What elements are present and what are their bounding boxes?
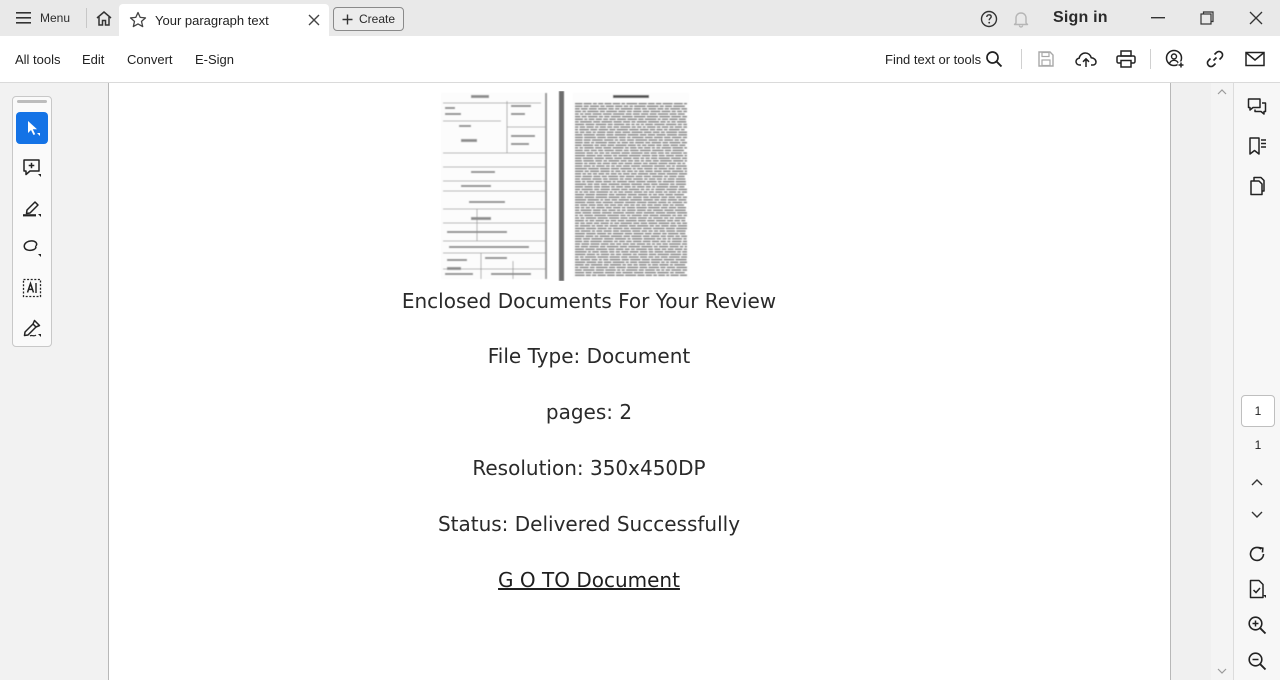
link-icon[interactable] (1204, 48, 1226, 70)
highlight-pen-icon (22, 198, 42, 218)
zoom-out-icon[interactable] (1246, 650, 1268, 672)
mail-icon[interactable] (1244, 48, 1266, 70)
minimize-button[interactable] (1135, 0, 1181, 36)
page-extract-icon[interactable] (1246, 578, 1268, 600)
hamburger-icon (16, 11, 32, 25)
go-to-document-link[interactable]: G O TO Document (498, 568, 680, 592)
resolution-text: Resolution: 350x450DP (472, 456, 706, 480)
tab-title: Your paragraph text (155, 12, 269, 28)
draw-lasso-icon (22, 238, 42, 258)
current-page-input[interactable]: 1 (1241, 395, 1275, 427)
upload-cloud-icon[interactable] (1075, 48, 1097, 70)
nav-convert[interactable]: Convert (127, 52, 173, 67)
comments-icon[interactable] (1246, 96, 1268, 118)
scroll-up-icon[interactable] (1246, 471, 1268, 493)
draw-tool[interactable] (16, 232, 48, 264)
minimize-icon (1151, 17, 1165, 19)
scroll-down-icon[interactable] (1246, 504, 1268, 526)
select-cursor-icon (22, 118, 42, 138)
help-icon[interactable] (980, 10, 998, 28)
text-tool[interactable] (16, 272, 48, 304)
menu-button[interactable]: Menu (0, 0, 86, 36)
pages-icon[interactable] (1246, 175, 1268, 197)
scrollbar-down-arrow-icon[interactable] (1217, 668, 1227, 675)
close-tab-icon[interactable] (299, 4, 329, 36)
total-pages: 1 (1254, 438, 1262, 452)
right-side-panel: 1 1 (1233, 83, 1280, 680)
toolbar-divider (1150, 49, 1151, 69)
save-icon[interactable] (1035, 48, 1057, 70)
menu-label: Menu (40, 11, 71, 25)
bell-icon[interactable] (1012, 10, 1030, 28)
nav-all-tools[interactable]: All tools (15, 52, 61, 67)
create-label: Create (358, 12, 396, 26)
share-user-icon[interactable] (1164, 48, 1186, 70)
restore-icon (1200, 11, 1214, 25)
left-tool-rail (0, 83, 108, 680)
document-heading: Enclosed Documents For Your Review (401, 289, 777, 313)
toolbar-divider (1021, 49, 1022, 69)
print-icon[interactable] (1115, 48, 1137, 70)
document-scrollbar[interactable] (1211, 83, 1233, 680)
nav-esign[interactable]: E-Sign (195, 52, 234, 67)
restore-button[interactable] (1184, 0, 1230, 36)
create-button[interactable]: Create (333, 7, 404, 31)
nav-edit[interactable]: Edit (82, 52, 104, 67)
sign-tool[interactable] (16, 312, 48, 344)
add-comment-tool[interactable] (16, 152, 48, 184)
find-text-or-tools[interactable]: Find text or tools (885, 52, 981, 67)
select-tool[interactable] (16, 112, 48, 144)
zoom-in-icon[interactable] (1246, 614, 1268, 636)
text-select-icon (22, 278, 42, 298)
close-window-icon (1249, 11, 1263, 25)
file-type-text: File Type: Document (487, 344, 691, 368)
bookmarks-icon[interactable] (1246, 135, 1268, 157)
rotate-icon[interactable] (1246, 543, 1268, 565)
sign-pen-icon (22, 318, 42, 338)
home-icon (95, 10, 113, 27)
plus-icon (342, 14, 353, 25)
toolbox-drag-handle[interactable] (17, 100, 47, 103)
highlight-tool[interactable] (16, 192, 48, 224)
document-preview-image (441, 91, 689, 281)
status-text: Status: Delivered Successfully (437, 512, 741, 536)
scrollbar-up-arrow-icon[interactable] (1217, 88, 1227, 95)
close-window-button[interactable] (1233, 0, 1279, 36)
pages-text: pages: 2 (545, 400, 633, 424)
main-toolbar: All tools Edit Convert E-Sign Find text … (0, 36, 1280, 83)
home-button[interactable] (87, 0, 121, 36)
sign-in-button[interactable]: Sign in (1053, 9, 1108, 27)
search-icon[interactable] (983, 48, 1005, 70)
add-comment-icon (22, 158, 42, 178)
pdf-page: Enclosed Documents For Your Review File … (108, 83, 1171, 680)
star-icon[interactable] (129, 11, 147, 29)
document-tab[interactable]: Your paragraph text (119, 4, 329, 36)
quick-tools-panel (12, 96, 52, 347)
